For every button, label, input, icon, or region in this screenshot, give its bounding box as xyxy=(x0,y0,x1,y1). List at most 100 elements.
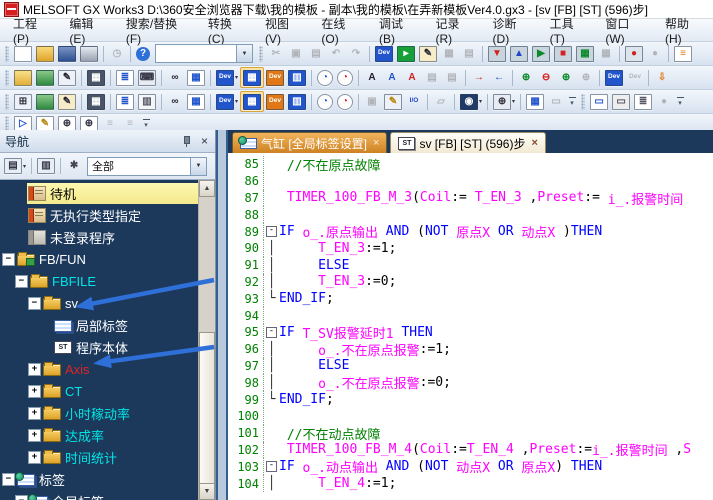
tree-item-全局标签[interactable]: −全局标签 xyxy=(0,490,199,500)
option-download[interactable]: ⇩ xyxy=(652,68,672,87)
st-code-editor[interactable]: 85 //不在原点故障8687 TIMER_100_FB_M_3(Coil:= … xyxy=(228,153,713,500)
label-display-a1[interactable]: A xyxy=(362,68,382,87)
find-in-editor[interactable]: ▦ xyxy=(185,68,207,87)
menu-item-7[interactable]: 调试(B) xyxy=(370,12,426,49)
device-test-eye[interactable]: ◉▾ xyxy=(458,92,484,111)
device-value-combobox-dropdown-icon[interactable]: ▼ xyxy=(236,45,252,62)
scroll-up-button[interactable]: ▲ xyxy=(199,180,215,197)
monitor-status-gauge[interactable]: ◔ xyxy=(315,92,335,111)
module-configuration[interactable]: ▦ xyxy=(85,92,107,111)
close-panel-icon[interactable]: × xyxy=(199,135,210,147)
progress-window[interactable]: ▭ xyxy=(610,92,632,111)
find-replace[interactable]: ∞ xyxy=(165,68,185,87)
fb-instance-new[interactable] xyxy=(34,92,56,111)
tree-item-程序本体[interactable]: 程序本体 xyxy=(0,336,199,358)
tree-display-order-dropdown-icon[interactable]: ▾ xyxy=(23,163,26,170)
tree-item-时间统计[interactable]: +时间统计 xyxy=(0,446,199,468)
cross-reference[interactable]: ▦ xyxy=(439,44,459,63)
read-from-plc[interactable]: ▲ xyxy=(508,44,530,63)
enter-key-setting[interactable]: ⌨ xyxy=(136,68,158,87)
task-list-window[interactable]: ≣ xyxy=(632,92,654,111)
cross-ref-book2[interactable]: ▤ xyxy=(442,68,462,87)
window-dock[interactable]: ▭ xyxy=(546,92,566,111)
dev-comment-window[interactable]: Dev xyxy=(603,68,625,87)
buffer-memory-monitor[interactable]: ▸ xyxy=(395,44,417,63)
tree-item-未登录程序[interactable]: 未登录程序 xyxy=(0,226,199,248)
document-tab-inactive[interactable]: 气缸 [全局标签设置]× xyxy=(232,132,387,153)
device-grid-display[interactable]: ▥ xyxy=(286,92,308,111)
program-scan-time-max[interactable]: ◔ xyxy=(335,68,355,87)
device-comment-tool[interactable]: ✎ xyxy=(417,44,439,63)
tree-item-局部标签[interactable]: 局部标签 xyxy=(0,314,199,336)
find-result-window[interactable]: ▦ xyxy=(185,92,207,111)
device-entry-monitor[interactable]: ▥ xyxy=(286,68,308,87)
tree-collapse-all[interactable]: ▥ xyxy=(35,157,57,176)
monitor-stop[interactable]: ■ xyxy=(552,44,574,63)
module-parameter[interactable] xyxy=(12,68,34,87)
print[interactable] xyxy=(78,44,100,63)
plc-parameter[interactable] xyxy=(34,68,56,87)
menu-item-2[interactable]: 编辑(E) xyxy=(60,12,116,49)
fold-marker[interactable]: - xyxy=(264,458,279,475)
tree-expand-toggle[interactable]: − xyxy=(15,495,28,500)
snapshot-tool[interactable]: ▱ xyxy=(431,92,451,111)
project-revision-history[interactable]: ◷ xyxy=(107,44,127,63)
grid-display-setting[interactable]: ▥ xyxy=(136,92,158,111)
close-tab-icon[interactable]: × xyxy=(373,138,379,149)
monitor-read-mode[interactable]: ▦ xyxy=(596,44,616,63)
tree-scrollbar[interactable]: ▲ ▼ xyxy=(198,180,215,500)
menu-item-12[interactable]: 帮助(H) xyxy=(656,12,713,49)
write-changes[interactable]: → xyxy=(469,68,489,87)
ha-comment-edit[interactable]: ✎ xyxy=(56,92,78,111)
tree-expand-toggle[interactable]: + xyxy=(28,407,41,420)
toolbar-grip[interactable] xyxy=(5,70,9,86)
menu-item-6[interactable]: 在线(O) xyxy=(312,12,370,49)
fold-collapse-box[interactable]: - xyxy=(266,226,277,237)
tree-item-标签[interactable]: −标签 xyxy=(0,468,199,490)
tree-expand-toggle[interactable]: − xyxy=(2,253,15,266)
toolbar-grip[interactable] xyxy=(5,46,9,62)
toolbar-overflow-chevron[interactable]: ▾ xyxy=(566,94,578,110)
tree-expand-toggle[interactable]: − xyxy=(15,275,28,288)
menu-item-11[interactable]: 窗口(W) xyxy=(596,12,656,49)
menu-item-10[interactable]: 工具(T) xyxy=(541,12,597,49)
menu-item-3[interactable]: 搜索/替换(F) xyxy=(117,12,199,49)
pin-icon[interactable] xyxy=(182,135,191,147)
tree-item-Axis[interactable]: +Axis xyxy=(0,358,199,380)
device-search-zoom[interactable]: ⊕▾ xyxy=(491,92,517,111)
toolbar-grip[interactable] xyxy=(581,94,585,110)
monitor-status-gauge-red[interactable]: ◔ xyxy=(335,92,355,111)
cut[interactable]: ✂ xyxy=(266,44,286,63)
watch-window-stop[interactable]: ● xyxy=(645,44,665,63)
cross-ref-book[interactable]: ▤ xyxy=(422,68,442,87)
tree-item-FBFILE[interactable]: −FBFILE xyxy=(0,270,199,292)
menu-item-5[interactable]: 视图(V) xyxy=(256,12,312,49)
save-project[interactable] xyxy=(56,44,78,63)
device-display-format-dropdown-icon[interactable]: ▾ xyxy=(235,74,238,81)
zoom-in-monitor[interactable]: ⊕ xyxy=(516,68,536,87)
navigation-settings[interactable]: ✱ xyxy=(64,157,84,176)
navigation-filter-dropdown-icon[interactable]: ▼ xyxy=(190,158,206,175)
fb-tree-display[interactable]: ⊞ xyxy=(12,92,34,111)
program-scan-time[interactable]: ◔ xyxy=(315,68,335,87)
device-list[interactable]: ▤ xyxy=(459,44,479,63)
output-window[interactable]: ▭ xyxy=(588,92,610,111)
watch-window-start[interactable]: ● xyxy=(623,44,645,63)
label-editor[interactable]: ✎ xyxy=(382,92,404,111)
monitor-write-mode[interactable]: ▦ xyxy=(574,44,596,63)
label-display-a3[interactable]: A xyxy=(402,68,422,87)
tree-expand-toggle[interactable]: + xyxy=(28,429,41,442)
tree-item-待机[interactable]: 待机 xyxy=(0,182,199,204)
zoom-disabled[interactable]: ⊕ xyxy=(576,68,596,87)
dev-comment-window2[interactable]: Dev xyxy=(625,68,645,87)
paste[interactable]: ▤ xyxy=(306,44,326,63)
list-comment-display[interactable]: ≣ xyxy=(114,92,136,111)
undo[interactable]: ↶ xyxy=(326,44,346,63)
device-display-format-2-dropdown-icon[interactable]: ▾ xyxy=(235,98,238,105)
program-editor-display[interactable]: ≣ xyxy=(114,68,136,87)
tree-item-sv[interactable]: −sv xyxy=(0,292,199,314)
tree-display-order[interactable]: ▤▾ xyxy=(2,157,28,176)
tree-item-小时稼动率[interactable]: +小时稼动率 xyxy=(0,402,199,424)
fold-collapse-box[interactable]: - xyxy=(266,327,277,338)
help[interactable]: ? xyxy=(134,44,152,63)
